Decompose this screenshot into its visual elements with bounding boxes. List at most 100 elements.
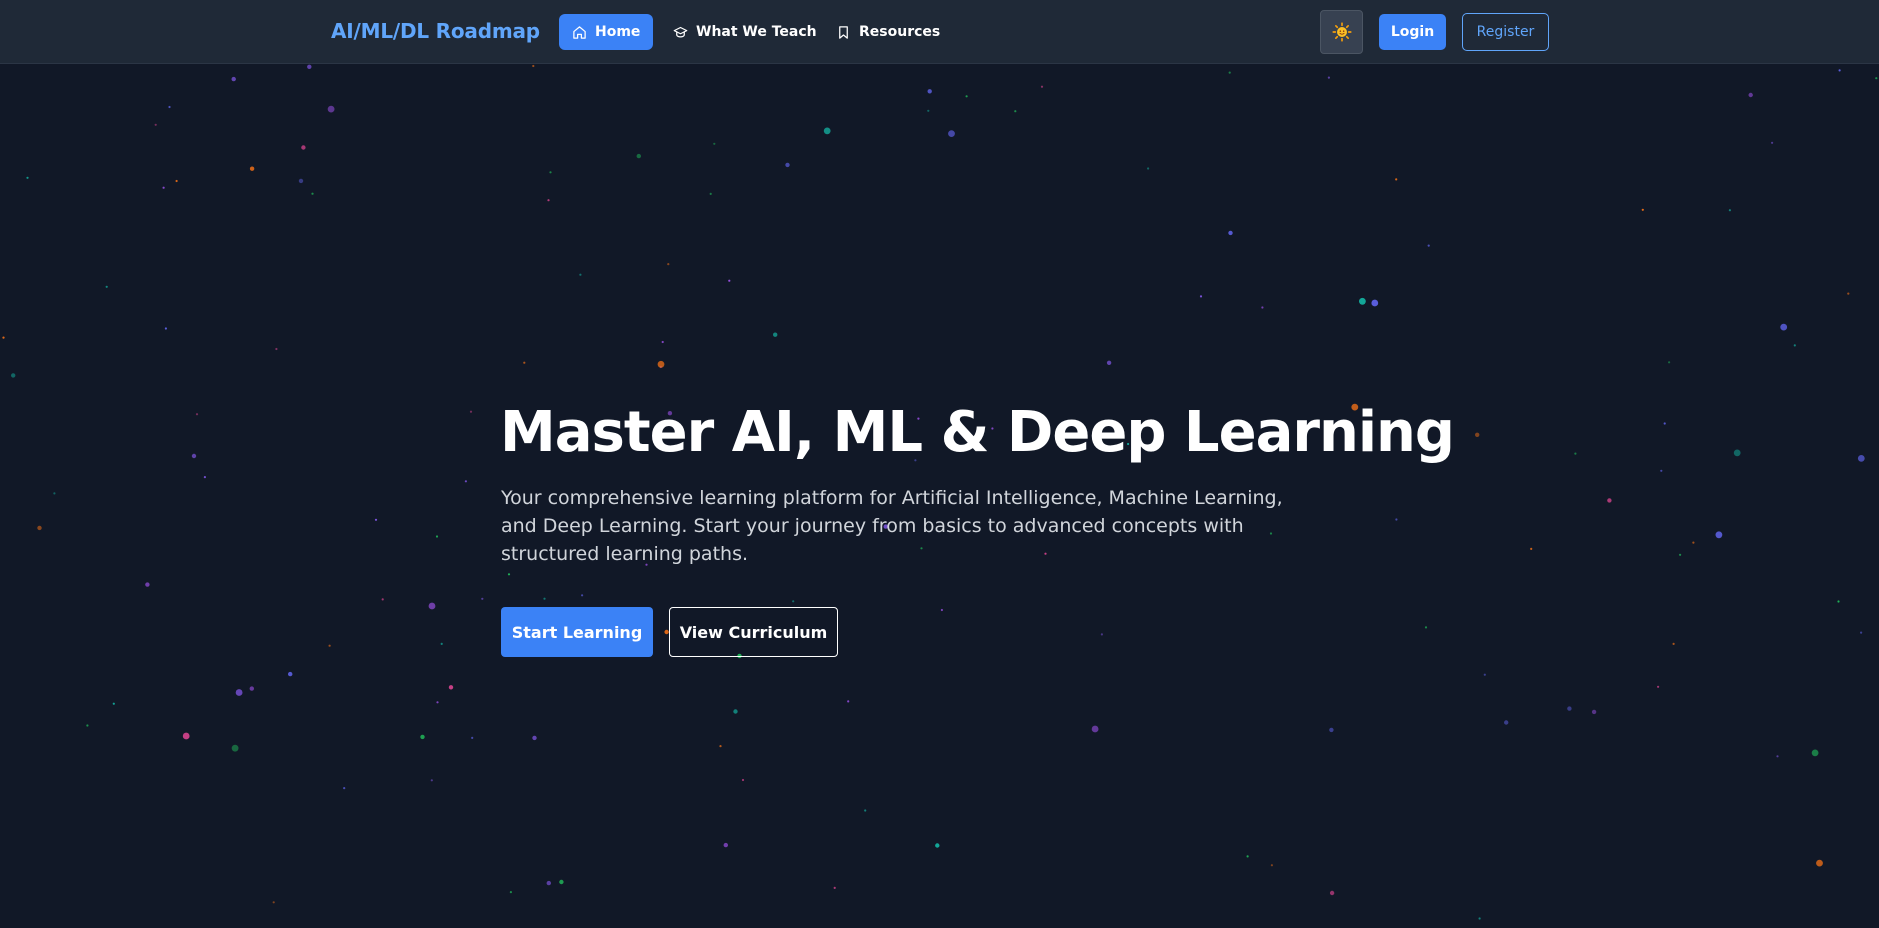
particle-dot (298, 178, 304, 184)
particle-dot (1424, 626, 1428, 629)
particle-dot (509, 891, 512, 894)
particle-dot (935, 843, 940, 848)
nav-home[interactable]: Home (559, 14, 654, 50)
particle-dot (1679, 553, 1682, 556)
particle-dot (328, 644, 331, 647)
particle-dot (847, 700, 850, 703)
particle-dot (1728, 209, 1731, 212)
particle-dot (667, 263, 670, 266)
particle-dot (1359, 297, 1366, 305)
nav-what-we-teach[interactable]: What We Teach (660, 14, 830, 50)
nav-home-label: Home (595, 24, 641, 40)
particle-dot (235, 689, 243, 696)
particle-dot (428, 602, 436, 610)
particle-dot (723, 842, 728, 848)
particle-dot (1329, 727, 1334, 733)
particle-dot (53, 492, 56, 495)
particle-dot (231, 76, 236, 82)
particle-dot (661, 340, 664, 344)
particle-dot (1780, 323, 1788, 331)
hero-subtitle: Your comprehensive learning platform for… (501, 487, 1283, 565)
particle-dot (1838, 69, 1841, 72)
particle-dot (1329, 890, 1335, 896)
graduation-cap-icon (673, 26, 688, 37)
particle-dot (1014, 110, 1017, 113)
particle-dot (203, 476, 206, 479)
particle-dot (1475, 432, 1480, 437)
particle-dot (448, 685, 454, 690)
particle-dot (864, 809, 867, 812)
particle-dot (728, 279, 731, 282)
particle-dot (430, 779, 433, 782)
start-learning-button[interactable]: Start Learning (501, 607, 653, 657)
particle-dot (1567, 706, 1572, 711)
particle-dot (1100, 633, 1103, 636)
particle-dot (1106, 360, 1112, 365)
particle-dot (2, 336, 5, 339)
particle-dot (420, 734, 425, 740)
particle-dot (1530, 547, 1533, 551)
particle-dot (86, 724, 89, 727)
particle-dot (307, 64, 312, 70)
login-button[interactable]: Login (1379, 14, 1446, 50)
particle-dot (1811, 749, 1819, 757)
particle-dot (1733, 449, 1741, 457)
hero-title: Master AI, ML & Deep Learning (500, 400, 1455, 465)
particle-dot (26, 176, 29, 179)
particle-dot (1327, 76, 1330, 79)
particle-dot (1668, 361, 1671, 364)
sun-icon (1331, 22, 1352, 42)
particle-dot (1748, 92, 1753, 98)
particle-dot (249, 686, 254, 691)
particle-dot (1040, 85, 1044, 88)
particle-dot (719, 745, 722, 748)
particle-dot (436, 701, 439, 704)
nav-resources[interactable]: Resources (823, 14, 953, 50)
particle-dot (636, 153, 641, 159)
particle-dot (1246, 855, 1249, 858)
particle-dot (1776, 755, 1779, 758)
particle-dot (1641, 208, 1644, 211)
view-curriculum-button[interactable]: View Curriculum (669, 607, 838, 657)
particle-dot (154, 123, 157, 126)
particle-dot (1607, 498, 1612, 503)
particle-dot (1663, 422, 1666, 425)
particle-dot (773, 332, 778, 337)
particle-dot (105, 285, 108, 288)
particle-dot (1395, 518, 1398, 521)
particle-dot (1427, 244, 1430, 247)
particle-dot (311, 192, 314, 195)
particle-dot (581, 594, 584, 597)
particle-dot (948, 130, 955, 138)
particle-dot (381, 598, 384, 601)
particle-dot (1816, 859, 1823, 867)
particle-dot (709, 192, 712, 195)
particle-dot (1199, 295, 1203, 298)
home-icon (573, 25, 586, 39)
brand-logo[interactable]: AI/ML/DL Roadmap (331, 19, 540, 43)
particle-dot (1672, 642, 1675, 646)
particle-dot (1875, 77, 1878, 80)
theme-toggle-button[interactable] (1320, 10, 1363, 54)
particle-dot (1261, 306, 1264, 309)
particle-dot (11, 373, 16, 378)
particle-dot (833, 886, 836, 890)
particle-dot (164, 327, 167, 330)
particle-dot (927, 109, 930, 112)
particle-dot (1657, 685, 1660, 688)
particle-dot (327, 105, 335, 113)
particle-dot (1228, 230, 1233, 236)
particle-dot (191, 453, 197, 459)
particle-dot (1857, 455, 1865, 462)
particle-dot (435, 535, 439, 538)
particle-dot (471, 736, 474, 740)
particle-dot (343, 787, 346, 790)
particle-dot (507, 573, 511, 576)
register-button[interactable]: Register (1462, 13, 1549, 51)
particle-dot (162, 186, 165, 189)
particle-dot (741, 778, 745, 782)
particle-dot (1771, 141, 1774, 144)
nav-what-we-teach-label: What We Teach (696, 24, 817, 40)
particle-dot (1147, 167, 1150, 170)
top-navbar: AI/ML/DL Roadmap Home What We Teach Reso… (0, 0, 1879, 64)
